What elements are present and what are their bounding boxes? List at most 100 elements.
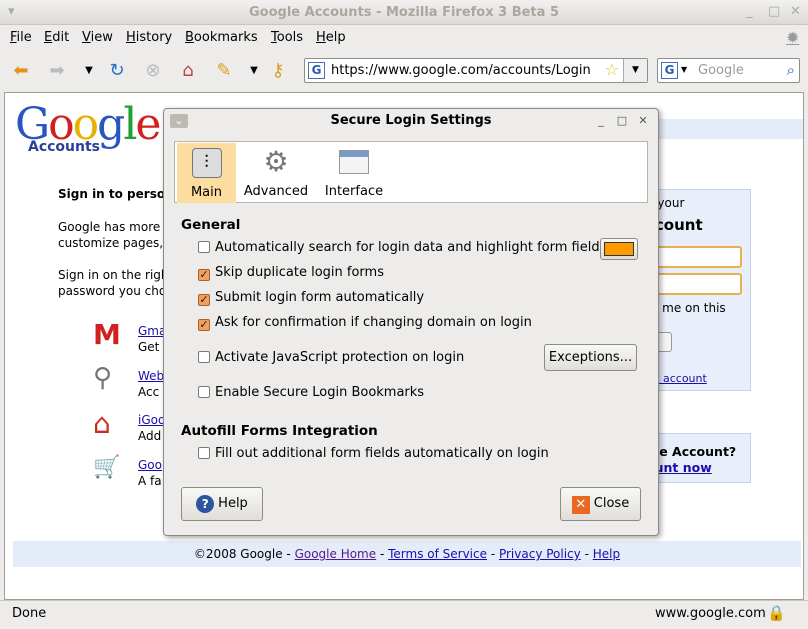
url-text[interactable]: https://www.google.com/accounts/Login — [331, 63, 591, 78]
settings-tabs: ⫶ Main ⚙ Advanced Interface — [174, 141, 648, 203]
option-bookmarks[interactable]: Enable Secure Login Bookmarks — [198, 385, 424, 401]
gmail-icon: M — [93, 318, 121, 351]
option-submit-auto[interactable]: ✓ Submit login form automatically — [198, 290, 424, 306]
minimize-button[interactable]: _ — [746, 4, 753, 19]
search-input[interactable]: Google — [698, 63, 744, 78]
tos-link[interactable]: Terms of Service — [388, 547, 487, 561]
service-igoogle: iGoo Add — [138, 412, 165, 444]
highlight-color-button[interactable] — [600, 238, 638, 260]
privacy-link[interactable]: Privacy Policy — [499, 547, 581, 561]
option-label: Submit login form automatically — [215, 290, 425, 305]
signin-line: Sign in on the righ — [58, 268, 169, 282]
stop-icon[interactable]: ⊗ — [142, 60, 164, 82]
copyright: ©2008 Google - — [193, 547, 295, 561]
tab-interface[interactable]: Interface — [319, 142, 389, 202]
search-box[interactable]: G ▼ Google ⌕ — [657, 58, 800, 83]
reload-icon[interactable]: ↻ — [106, 60, 128, 82]
service-link[interactable]: iGoo — [138, 412, 165, 428]
close-label: Close — [593, 496, 630, 511]
checkbox[interactable] — [198, 447, 210, 459]
create-question: gle Account? — [646, 444, 737, 459]
lock-icon[interactable]: 🔒 — [767, 604, 786, 622]
url-dropdown-icon[interactable]: ▼ — [623, 59, 647, 82]
pencil-icon[interactable]: ✎ — [213, 60, 235, 82]
search-engine-icon[interactable]: G — [661, 62, 678, 79]
dialog-title: Secure Login Settings — [330, 113, 492, 128]
secure-login-settings-dialog: ⌄ Secure Login Settings _ □ ✕ ⫶ Main ⚙ A… — [163, 108, 659, 536]
pencil-dropdown-icon[interactable]: ▼ — [243, 60, 265, 82]
tab-label: Advanced — [243, 184, 309, 199]
menu-edit[interactable]: Edit — [44, 30, 69, 45]
url-bar[interactable]: G https://www.google.com/accounts/Login … — [304, 58, 648, 83]
menu-bar: File Edit View History Bookmarks Tools H… — [0, 26, 808, 50]
option-label: Fill out additional form fields automati… — [215, 446, 549, 461]
window-titlebar: Google Accounts - Mozilla Firefox 3 Beta… — [0, 0, 808, 25]
tab-advanced[interactable]: ⚙ Advanced — [241, 142, 311, 202]
home-icon[interactable]: ⌂ — [177, 60, 199, 82]
checkbox[interactable] — [198, 351, 210, 363]
google-home-link[interactable]: Google Home — [295, 547, 377, 561]
intro-line: customize pages, — [58, 236, 164, 250]
back-icon[interactable]: ⬅ — [10, 60, 32, 82]
status-text: Done — [12, 606, 47, 621]
option-js-protection[interactable]: Activate JavaScript protection on login — [198, 350, 464, 366]
site-favicon-icon: G — [308, 62, 325, 79]
color-swatch — [604, 242, 634, 256]
service-link[interactable]: Goo — [138, 457, 162, 473]
checkbox[interactable]: ✓ — [198, 269, 210, 281]
forward-icon[interactable]: ➡ — [46, 60, 68, 82]
dialog-close-icon[interactable]: ✕ — [636, 114, 650, 128]
checkbox[interactable] — [198, 386, 210, 398]
close-icon: ✕ — [571, 496, 590, 514]
close-window-button[interactable]: ✕ — [790, 4, 801, 19]
service-desc: Acc — [138, 385, 160, 399]
maximize-button[interactable]: □ — [768, 4, 780, 19]
tab-label: Interface — [324, 184, 384, 199]
tab-main[interactable]: ⫶ Main — [177, 143, 236, 203]
dialog-minimize-button[interactable]: _ — [594, 114, 608, 128]
bookmark-star-icon[interactable]: ☆ — [605, 60, 619, 79]
option-autofill[interactable]: Fill out additional form fields automati… — [198, 446, 549, 462]
option-auto-search[interactable]: Automatically search for login data and … — [198, 240, 606, 256]
checkbox[interactable]: ✓ — [198, 294, 210, 306]
exceptions-button[interactable]: Exceptions... — [544, 344, 637, 371]
service-web: Web Acc — [138, 368, 164, 400]
signin-line: password you cho — [58, 284, 167, 298]
gear-icon: ⚙ — [263, 145, 289, 178]
house-icon: ⌂ — [93, 407, 111, 440]
option-label: Automatically search for login data and … — [215, 240, 607, 255]
sliders-icon: ⫶ — [191, 148, 222, 178]
option-label: Skip duplicate login forms — [215, 265, 384, 280]
window-menu-icon[interactable]: ▾ — [8, 4, 15, 19]
cart-icon: 🛒 — [93, 455, 121, 480]
help-link[interactable]: Help — [593, 547, 620, 561]
service-desc: Add — [138, 429, 162, 443]
option-confirm-domain[interactable]: ✓ Ask for confirmation if changing domain… — [198, 315, 532, 331]
help-button[interactable]: ? Help — [181, 487, 263, 521]
menu-history[interactable]: History — [126, 30, 172, 45]
key-icon[interactable]: ⚷ — [267, 60, 289, 82]
status-domain: www.google.com — [655, 606, 766, 621]
engine-dropdown-icon[interactable]: ▼ — [681, 65, 687, 74]
menu-help[interactable]: Help — [316, 30, 346, 45]
menu-file[interactable]: File — [10, 30, 32, 45]
menu-bookmarks[interactable]: Bookmarks — [185, 30, 258, 45]
help-label: Help — [218, 496, 248, 511]
option-label: Ask for confirmation if changing domain … — [215, 315, 532, 330]
autofill-heading: Autofill Forms Integration — [181, 423, 378, 439]
checkbox[interactable] — [198, 241, 210, 253]
service-checkout: Goo A fa — [138, 457, 162, 489]
checkbox[interactable]: ✓ — [198, 319, 210, 331]
dialog-maximize-button[interactable]: □ — [615, 114, 629, 128]
menu-tools[interactable]: Tools — [271, 30, 303, 45]
option-skip-duplicate[interactable]: ✓ Skip duplicate login forms — [198, 265, 384, 281]
history-dropdown-icon[interactable]: ▼ — [78, 60, 100, 82]
intro-line: Google has more t — [58, 220, 169, 234]
service-desc: A fa — [138, 474, 162, 488]
intro-text: Google has more t customize pages, — [58, 219, 169, 251]
close-button[interactable]: ✕ Close — [560, 487, 641, 521]
service-link[interactable]: Web — [138, 368, 164, 384]
window-icon — [339, 150, 369, 174]
menu-view[interactable]: View — [82, 30, 113, 45]
search-icon[interactable]: ⌕ — [787, 61, 795, 79]
